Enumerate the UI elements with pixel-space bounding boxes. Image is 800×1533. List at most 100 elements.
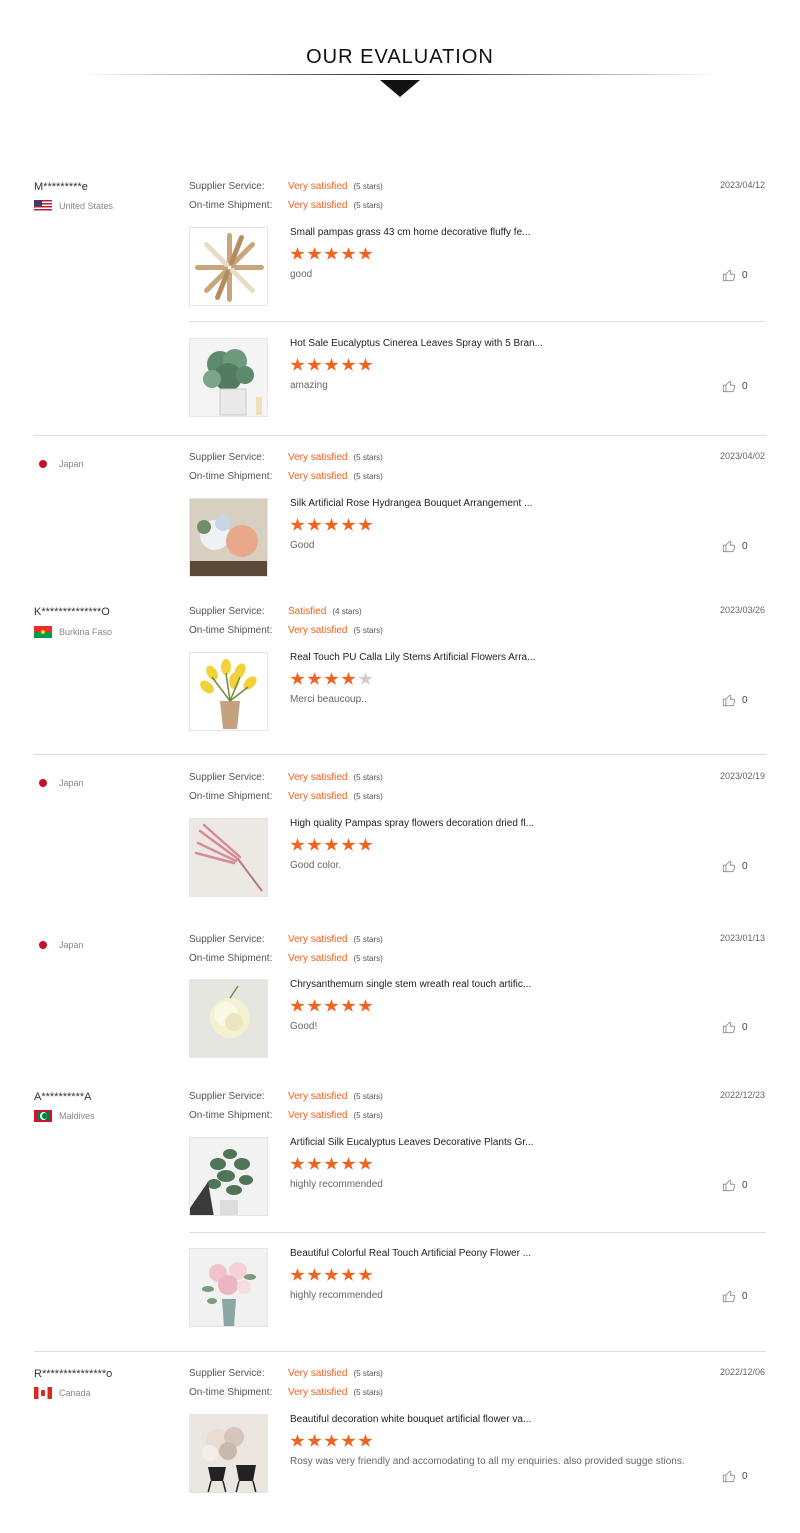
reviewer-name: A**********A (34, 1091, 92, 1103)
star-filled-icon (307, 1268, 322, 1281)
product-thumbnail[interactable] (189, 979, 268, 1058)
like-button[interactable]: 0 (722, 539, 748, 553)
reviewer-country: Maldives (34, 1110, 95, 1122)
product-name-link[interactable]: Beautiful decoration white bouquet artif… (290, 1414, 531, 1425)
like-button[interactable]: 0 (722, 1020, 748, 1034)
shipment-label: On-time Shipment: (189, 791, 273, 802)
reviewer-name: R***************o (34, 1368, 113, 1380)
japan-flag-icon (34, 777, 52, 789)
product-name-link[interactable]: Small pampas grass 43 cm home decorative… (290, 227, 530, 238)
supplier-service-label: Supplier Service: (189, 1091, 265, 1102)
star-filled-icon (290, 358, 305, 371)
reviewer-name: K**************O (34, 606, 110, 618)
star-filled-icon (290, 999, 305, 1012)
star-filled-icon (358, 1434, 373, 1447)
like-button[interactable]: 0 (722, 859, 748, 873)
thumbs-up-icon (722, 380, 736, 393)
like-button[interactable]: 0 (722, 1289, 748, 1303)
product-name-link[interactable]: Chrysanthemum single stem wreath real to… (290, 979, 531, 990)
star-filled-icon (324, 518, 339, 531)
like-button[interactable]: 0 (722, 268, 748, 282)
product-name-link[interactable]: Hot Sale Eucalyptus Cinerea Leaves Spray… (290, 338, 543, 349)
us-flag-icon (34, 200, 52, 212)
product-thumbnail[interactable] (189, 652, 268, 731)
supplier-service-rating: Very satisfied (5 stars) (288, 181, 383, 192)
reviewer-country: Japan (34, 777, 84, 789)
like-button[interactable]: 0 (722, 379, 748, 393)
review-divider (34, 435, 766, 436)
star-filled-icon (307, 358, 322, 371)
title-arrow-icon (380, 80, 420, 97)
product-thumbnail[interactable] (189, 1137, 268, 1216)
thumbs-up-icon (722, 860, 736, 873)
product-name-link[interactable]: Silk Artificial Rose Hydrangea Bouquet A… (290, 498, 532, 509)
product-star-rating (290, 518, 375, 532)
shipment-label: On-time Shipment: (189, 200, 273, 211)
star-filled-icon (358, 838, 373, 851)
product-thumbnail[interactable] (189, 1414, 268, 1493)
maldives-flag-icon (34, 1110, 52, 1122)
star-filled-icon (358, 999, 373, 1012)
product-thumbnail[interactable] (189, 227, 268, 306)
star-filled-icon (290, 838, 305, 851)
star-filled-icon (324, 1268, 339, 1281)
supplier-service-label: Supplier Service: (189, 181, 265, 192)
star-filled-icon (307, 999, 322, 1012)
review-date: 2023/04/02 (719, 451, 765, 461)
review-comment: highly recommended (290, 1179, 383, 1190)
product-divider (189, 321, 766, 322)
supplier-service-rating: Very satisfied (5 stars) (288, 452, 383, 463)
star-empty-icon (358, 672, 373, 685)
shipment-rating: Very satisfied (5 stars) (288, 471, 383, 482)
star-filled-icon (324, 999, 339, 1012)
japan-flag-icon (34, 939, 52, 951)
thumbs-up-icon (722, 269, 736, 282)
star-filled-icon (324, 1434, 339, 1447)
shipment-rating: Very satisfied (5 stars) (288, 1110, 383, 1121)
product-name-link[interactable]: High quality Pampas spray flowers decora… (290, 818, 534, 829)
product-thumbnail[interactable] (189, 1248, 268, 1327)
product-thumbnail[interactable] (189, 338, 268, 417)
star-filled-icon (341, 999, 356, 1012)
review-date: 2022/12/23 (719, 1090, 765, 1100)
star-filled-icon (341, 1157, 356, 1170)
like-button[interactable]: 0 (722, 1178, 748, 1192)
title-divider (80, 74, 720, 75)
like-button[interactable]: 0 (722, 693, 748, 707)
reviewer-country: Japan (34, 458, 84, 470)
star-filled-icon (341, 838, 356, 851)
supplier-service-rating: Satisfied (4 stars) (288, 606, 362, 617)
star-filled-icon (307, 1157, 322, 1170)
product-star-rating (290, 672, 375, 686)
review-comment: good (290, 269, 313, 280)
star-filled-icon (358, 518, 373, 531)
product-divider (189, 1232, 766, 1233)
star-filled-icon (341, 247, 356, 260)
shipment-rating: Very satisfied (5 stars) (288, 200, 383, 211)
star-filled-icon (307, 1434, 322, 1447)
product-thumbnail[interactable] (189, 498, 268, 577)
thumbs-up-icon (722, 1470, 736, 1483)
product-name-link[interactable]: Beautiful Colorful Real Touch Artificial… (290, 1248, 531, 1259)
supplier-service-rating: Very satisfied (5 stars) (288, 1091, 383, 1102)
star-filled-icon (341, 1268, 356, 1281)
star-filled-icon (324, 672, 339, 685)
product-thumbnail[interactable] (189, 818, 268, 897)
star-filled-icon (324, 358, 339, 371)
shipment-rating: Very satisfied (5 stars) (288, 625, 383, 636)
supplier-service-label: Supplier Service: (189, 606, 265, 617)
review-date: 2023/04/12 (719, 180, 765, 190)
product-name-link[interactable]: Artificial Silk Eucalyptus Leaves Decora… (290, 1137, 533, 1148)
thumbs-up-icon (722, 694, 736, 707)
star-filled-icon (324, 1157, 339, 1170)
like-button[interactable]: 0 (722, 1469, 748, 1483)
review-comment: Rosy was very friendly and accomodating … (290, 1456, 685, 1467)
review-date: 2023/02/19 (719, 771, 765, 781)
product-star-rating (290, 1434, 375, 1448)
review-date: 2023/03/26 (719, 605, 765, 615)
product-star-rating (290, 358, 375, 372)
star-filled-icon (307, 838, 322, 851)
product-name-link[interactable]: Real Touch PU Calla Lily Stems Artificia… (290, 652, 535, 663)
thumbs-up-icon (722, 1021, 736, 1034)
supplier-service-label: Supplier Service: (189, 1368, 265, 1379)
